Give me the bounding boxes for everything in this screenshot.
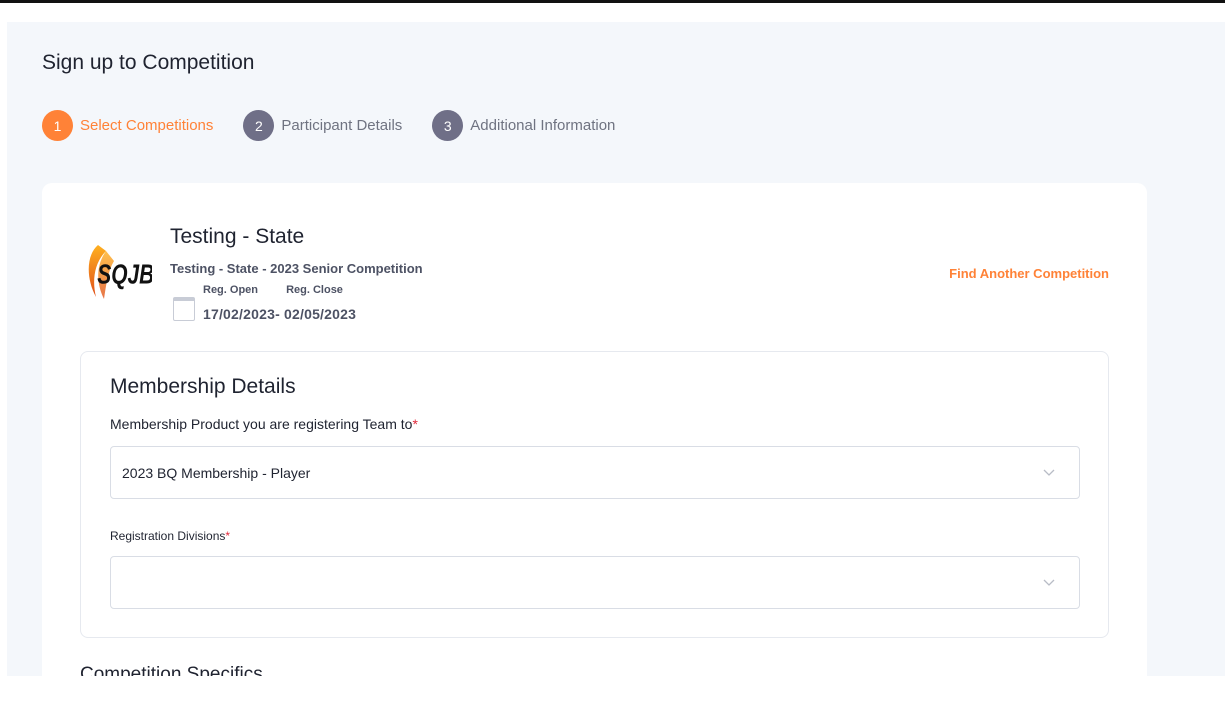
step-number: 2 (243, 110, 275, 141)
logo-text: SQJBC (97, 260, 152, 290)
competition-title: Testing - State (170, 225, 305, 248)
calendar-icon (173, 297, 195, 321)
reg-open-label: Reg. Open (203, 284, 259, 296)
step-label: Participant Details (281, 117, 403, 134)
find-another-competition-link[interactable]: Find Another Competition (949, 266, 1109, 281)
competition-logo: SQJBC (88, 245, 152, 299)
step-number: 3 (432, 110, 464, 141)
step-label: Additional Information (470, 117, 616, 134)
membership-title: Membership Details (110, 375, 296, 398)
step-participant-details[interactable]: 2 Participant Details (243, 110, 402, 141)
membership-details-panel: Membership Details Membership Product yo… (80, 351, 1109, 638)
membership-product-label: Membership Product you are registering T… (110, 416, 418, 432)
membership-product-select[interactable]: 2023 BQ Membership - Player (110, 446, 1080, 499)
competition-specifics-title: Competition Specifics (80, 664, 263, 676)
step-select-competitions[interactable]: 1 Select Competitions (42, 110, 213, 141)
membership-product-label-text: Membership Product you are registering T… (110, 416, 413, 432)
step-additional-information[interactable]: 3 Additional Information (432, 110, 615, 141)
competition-card: SQJBC Testing - State Testing - State - … (42, 183, 1147, 676)
registration-divisions-select[interactable] (110, 556, 1080, 609)
membership-product-value: 2023 BQ Membership - Player (122, 465, 311, 481)
top-border (0, 0, 1225, 3)
step-label: Select Competitions (80, 117, 214, 134)
required-mark: * (225, 529, 231, 543)
chevron-down-icon (1043, 579, 1055, 586)
registration-labels: Reg. Open Reg. Close (203, 284, 368, 296)
competition-subtitle: Testing - State - 2023 Senior Competitio… (170, 261, 423, 276)
required-mark: * (412, 416, 418, 432)
reg-close-label: Reg. Close (286, 284, 343, 296)
step-number: 1 (42, 110, 73, 141)
registration-dates: 17/02/2023- 02/05/2023 (203, 306, 357, 322)
signup-page: Sign up to Competition 1 Select Competit… (7, 22, 1225, 676)
step-indicator: 1 Select Competitions 2 Participant Deta… (42, 110, 645, 141)
registration-divisions-label-text: Registration Divisions (110, 529, 226, 543)
registration-divisions-label: Registration Divisions* (110, 529, 230, 543)
chevron-down-icon (1043, 469, 1055, 476)
page-title: Sign up to Competition (42, 51, 255, 74)
